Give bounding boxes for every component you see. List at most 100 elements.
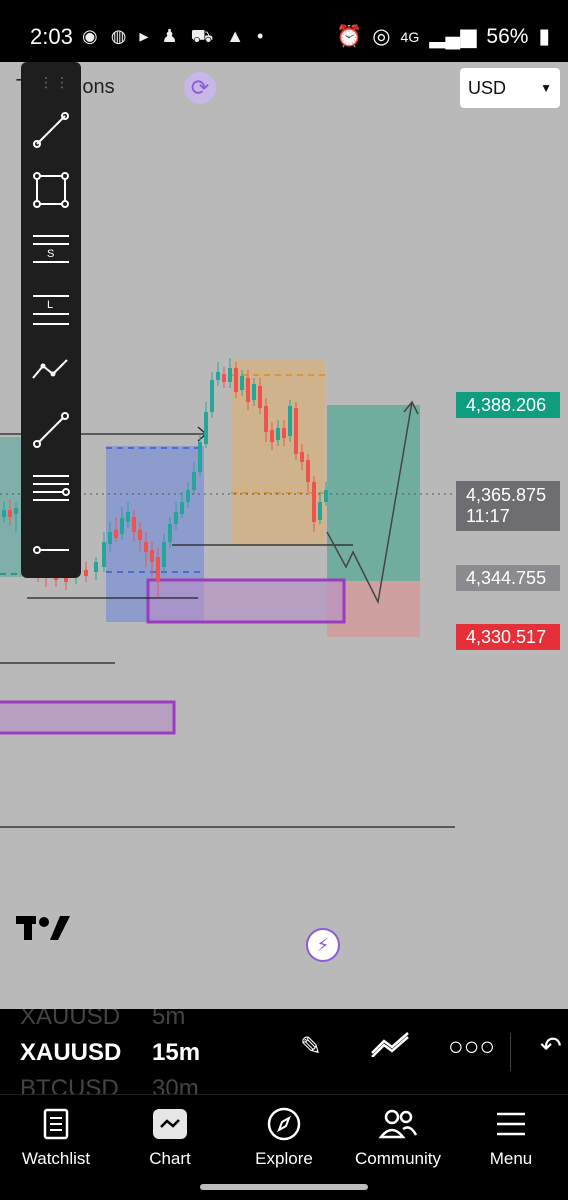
candle-body bbox=[114, 530, 118, 538]
candle-body bbox=[14, 508, 18, 514]
nav-community[interactable]: Community bbox=[343, 1105, 453, 1169]
bar-countdown: 11:17 bbox=[466, 506, 510, 526]
undo-icon[interactable]: ↶ bbox=[540, 1031, 562, 1062]
candle-body bbox=[186, 490, 190, 502]
refresh-icon[interactable]: ⟳ bbox=[184, 72, 216, 104]
more-options-icon[interactable]: ○○○ bbox=[448, 1031, 495, 1062]
trend-line-tool-icon[interactable] bbox=[31, 410, 71, 450]
candle-body bbox=[192, 472, 196, 490]
candle-body bbox=[270, 430, 274, 442]
horizontal-ray-tool-icon[interactable] bbox=[31, 530, 71, 570]
candle-body bbox=[102, 542, 106, 567]
candle-body bbox=[294, 408, 298, 454]
fvg-box-lower[interactable] bbox=[0, 700, 176, 735]
currency-select[interactable]: USD ▼ bbox=[460, 68, 560, 108]
current-price-value: 4,365.875 bbox=[466, 485, 547, 505]
candle-body bbox=[216, 372, 220, 380]
candle-body bbox=[282, 428, 286, 438]
symbol-row-prev[interactable]: XAUUSD 5m bbox=[20, 1009, 185, 1031]
take-profit-price-tag: 4,388.206 bbox=[456, 392, 560, 418]
trend-line-arrow-tool-icon[interactable] bbox=[31, 110, 71, 150]
status-bar: 2:03 ◉ ◍ ▸ ♟ ⛟ ▲ • ⏰ ◎ 4G ▂▄▆ 56% ▮ bbox=[0, 0, 568, 62]
candle-body bbox=[168, 524, 172, 542]
candle-body bbox=[306, 460, 310, 482]
symbol-row-active[interactable]: XAUUSD 15m bbox=[20, 1039, 200, 1067]
candle-body bbox=[228, 368, 232, 382]
rectangle-tool-icon[interactable] bbox=[31, 170, 71, 210]
candle-body bbox=[198, 442, 202, 472]
tradingview-logo bbox=[16, 914, 70, 952]
chevron-down-icon: ▼ bbox=[540, 81, 552, 95]
candle-body bbox=[222, 374, 226, 382]
candle-body bbox=[252, 384, 256, 400]
divider bbox=[510, 1033, 511, 1071]
path-tool-icon[interactable] bbox=[31, 350, 71, 390]
candle-body bbox=[234, 368, 238, 392]
candle-body bbox=[240, 376, 244, 390]
symbol-interval-bar[interactable]: XAUUSD 5m XAUUSD 15m BTCUSD 30m ✎ ○○○ ↶ bbox=[0, 1009, 568, 1094]
chart-drawing[interactable] bbox=[0, 62, 568, 1009]
system-icons: ⏰ ◎ 4G ▂▄▆ 56% ▮ bbox=[336, 24, 550, 49]
candle-body bbox=[132, 517, 136, 532]
current-price-tag: 4,365.875 11:17 bbox=[456, 481, 560, 531]
nav-chart[interactable]: Chart bbox=[115, 1105, 225, 1169]
candle-body bbox=[246, 378, 250, 402]
candle-body bbox=[94, 562, 98, 572]
orange-zone[interactable] bbox=[231, 359, 325, 545]
indicators-icon[interactable] bbox=[370, 1031, 410, 1064]
tp-zone[interactable] bbox=[327, 405, 420, 581]
nav-explore[interactable]: Explore bbox=[229, 1105, 339, 1169]
fib-levels-tool-icon[interactable] bbox=[31, 470, 71, 510]
candle-body bbox=[258, 386, 262, 408]
candle-body bbox=[264, 406, 268, 432]
candle-body bbox=[300, 452, 304, 462]
svg-text:L: L bbox=[47, 299, 53, 311]
candle-body bbox=[144, 542, 148, 552]
candle-body bbox=[2, 510, 6, 517]
people-icon bbox=[343, 1105, 453, 1143]
candle-body bbox=[162, 542, 166, 567]
symbol-row-next[interactable]: BTCUSD 30m bbox=[20, 1075, 199, 1094]
candle-body bbox=[204, 412, 208, 444]
lightning-icon[interactable]: ⚡ bbox=[306, 928, 340, 962]
candle-body bbox=[8, 510, 12, 517]
candle-body bbox=[138, 530, 142, 540]
document-icon bbox=[1, 1105, 111, 1143]
short-position-tool-icon[interactable]: S bbox=[31, 230, 71, 270]
teal-zone-left bbox=[0, 437, 22, 577]
alarm-icon: ⏰ bbox=[336, 24, 363, 48]
nav-watchlist[interactable]: Watchlist bbox=[1, 1105, 111, 1169]
nav-menu[interactable]: Menu bbox=[456, 1105, 566, 1169]
candle-body bbox=[150, 550, 154, 562]
status-time: 2:03 bbox=[30, 24, 73, 49]
candle-body bbox=[288, 406, 292, 436]
candle-body bbox=[180, 502, 184, 514]
chart-icon bbox=[115, 1105, 225, 1143]
chart-canvas[interactable]: T Sessions ⟳ USD ▼ ⋮⋮ S L bbox=[0, 62, 568, 1009]
network-label: 4G bbox=[400, 28, 420, 45]
candle-body bbox=[174, 512, 178, 524]
candle-body bbox=[312, 482, 316, 522]
hotspot-icon: ◎ bbox=[372, 25, 391, 48]
pencil-icon[interactable]: ✎ bbox=[300, 1031, 322, 1062]
candle-body bbox=[210, 380, 214, 412]
compass-icon bbox=[229, 1105, 339, 1143]
candle-body bbox=[156, 557, 160, 582]
currency-value: USD bbox=[468, 77, 507, 98]
signal-icon: ▂▄▆ bbox=[429, 25, 477, 48]
svg-text:S: S bbox=[47, 248, 54, 260]
home-indicator[interactable] bbox=[200, 1184, 368, 1190]
candle-body bbox=[108, 532, 112, 544]
battery-label: 56% bbox=[486, 24, 529, 48]
fvg-box-upper[interactable] bbox=[146, 578, 346, 624]
candle-body bbox=[126, 512, 130, 522]
drag-handle-icon[interactable]: ⋮⋮ bbox=[39, 74, 71, 91]
entry-price-tag: 4,344.755 bbox=[456, 565, 560, 591]
long-position-tool-icon[interactable]: L bbox=[31, 290, 71, 330]
stop-loss-price-tag: 4,330.517 bbox=[456, 624, 560, 650]
hamburger-icon bbox=[456, 1105, 566, 1143]
candle-body bbox=[84, 570, 88, 576]
notification-icons: ◉ ◍ ▸ ♟ ⛟ ▲ • bbox=[82, 26, 268, 46]
drawing-toolbar[interactable]: ⋮⋮ S L bbox=[21, 62, 81, 578]
candle-body bbox=[324, 490, 328, 502]
